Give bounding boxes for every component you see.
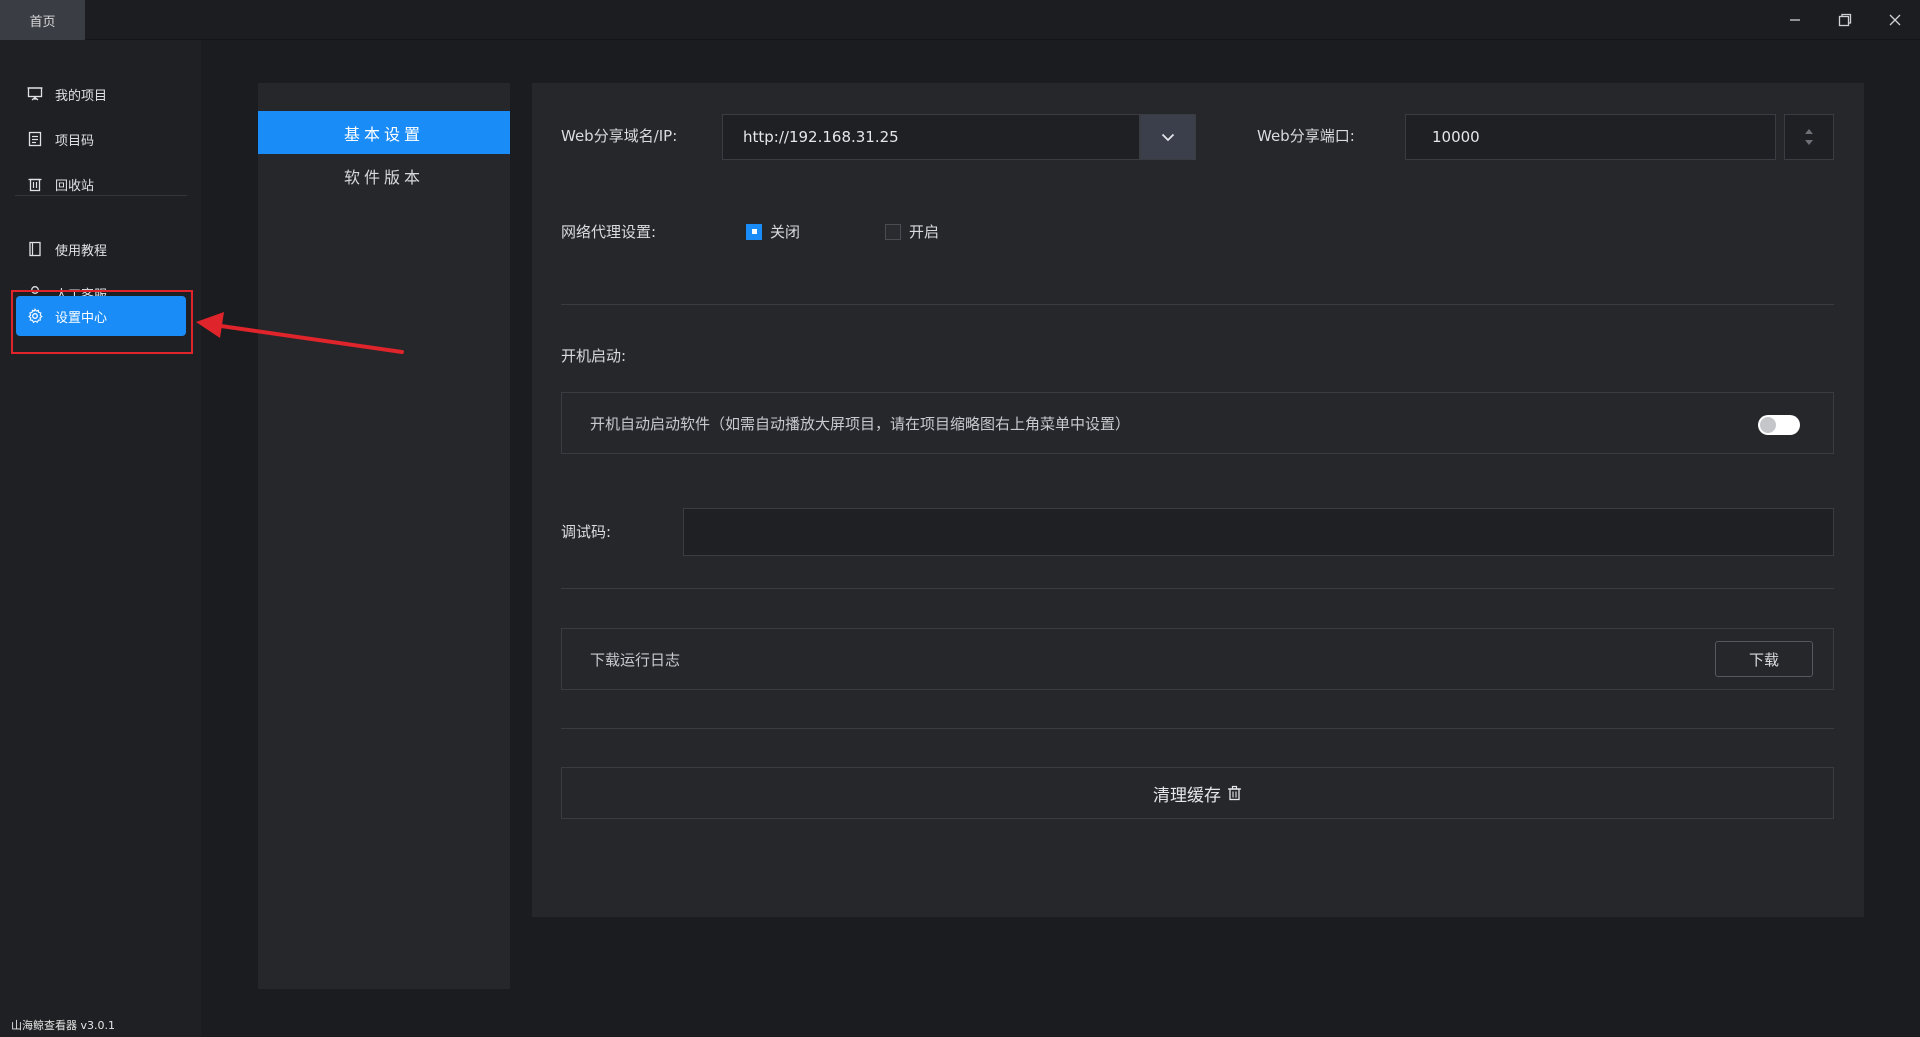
debug-code-input[interactable] — [683, 508, 1834, 556]
annotation-arrow-icon — [196, 312, 404, 354]
app-window: 首页 我的项目 项目码 回收站 使用教程 人工客服 设置中心 山海鲸查看器 v3… — [0, 0, 1920, 1037]
annotation-highlight-box — [11, 290, 193, 354]
restore-button[interactable] — [1820, 0, 1870, 40]
clear-cache-label: 清理缓存 — [1153, 785, 1221, 806]
web-port-stepper[interactable] — [1784, 114, 1834, 160]
autostart-row: 开机自动启动软件（如需自动播放大屏项目，请在项目缩略图右上角菜单中设置） — [561, 392, 1834, 454]
sidebar-item-label: 使用教程 — [55, 243, 108, 259]
settings-nav: 基本设置 软件版本 — [258, 83, 510, 989]
tab-basic-settings[interactable]: 基本设置 — [258, 111, 510, 154]
sidebar: 我的项目 项目码 回收站 使用教程 人工客服 设置中心 山海鲸查看器 v3.0.… — [0, 40, 201, 1037]
home-tab[interactable]: 首页 — [0, 0, 85, 40]
sidebar-item-my-projects[interactable]: 我的项目 — [16, 74, 186, 114]
web-domain-input[interactable]: http://192.168.31.25 — [722, 114, 1140, 160]
chevron-down-icon — [1161, 133, 1175, 141]
section-divider — [561, 304, 1834, 305]
trash-icon — [1227, 785, 1242, 801]
proxy-label: 网络代理设置: — [561, 223, 657, 241]
tab-software-version[interactable]: 软件版本 — [258, 154, 510, 197]
sidebar-item-label: 项目码 — [55, 133, 95, 149]
autostart-toggle[interactable] — [1758, 415, 1800, 435]
caret-down-icon — [1805, 140, 1813, 145]
sidebar-item-recycle-bin[interactable]: 回收站 — [16, 164, 186, 204]
app-version: 山海鲸查看器 v3.0.1 — [11, 1019, 115, 1032]
sidebar-divider — [15, 195, 187, 196]
close-button[interactable] — [1870, 0, 1920, 40]
web-port-input[interactable]: 10000 — [1405, 114, 1776, 160]
proxy-option-off[interactable]: 关闭 — [746, 221, 800, 242]
autostart-label: 开机启动: — [561, 347, 627, 365]
radio-box[interactable] — [746, 223, 762, 240]
title-bar: 首页 — [0, 0, 1920, 40]
proxy-option-on[interactable]: 开启 — [885, 221, 939, 242]
presentation-board-icon — [26, 85, 44, 103]
web-port-label: Web分享端口: — [1257, 127, 1355, 145]
proxy-option-label: 关闭 — [770, 223, 801, 241]
sidebar-item-tutorial[interactable]: 使用教程 — [16, 229, 186, 269]
section-divider — [561, 728, 1834, 729]
sidebar-item-label: 我的项目 — [55, 88, 108, 104]
minimize-icon — [1790, 19, 1800, 21]
download-log-description: 下载运行日志 — [590, 651, 681, 669]
trash-icon — [26, 175, 44, 193]
book-icon — [26, 240, 44, 258]
web-domain-dropdown-button[interactable] — [1140, 114, 1196, 160]
radio-box[interactable] — [885, 223, 901, 240]
sidebar-item-label: 回收站 — [55, 178, 95, 194]
autostart-description: 开机自动启动软件（如需自动播放大屏项目，请在项目缩略图右上角菜单中设置） — [590, 415, 1131, 433]
caret-up-icon — [1805, 129, 1813, 134]
debug-code-label: 调试码: — [561, 523, 612, 541]
restore-icon — [1838, 13, 1852, 27]
web-domain-label: Web分享域名/IP: — [561, 127, 678, 145]
close-icon — [1889, 14, 1901, 26]
section-divider — [561, 588, 1834, 589]
download-log-button[interactable]: 下载 — [1715, 641, 1813, 677]
download-log-row: 下载运行日志 下载 — [561, 628, 1834, 690]
document-icon — [26, 130, 44, 148]
sidebar-item-project-code[interactable]: 项目码 — [16, 119, 186, 159]
minimize-button[interactable] — [1770, 0, 1820, 40]
clear-cache-button[interactable]: 清理缓存 — [561, 767, 1834, 819]
proxy-option-label: 开启 — [909, 223, 940, 241]
settings-panel: Web分享域名/IP: http://192.168.31.25 Web分享端口… — [532, 83, 1864, 917]
